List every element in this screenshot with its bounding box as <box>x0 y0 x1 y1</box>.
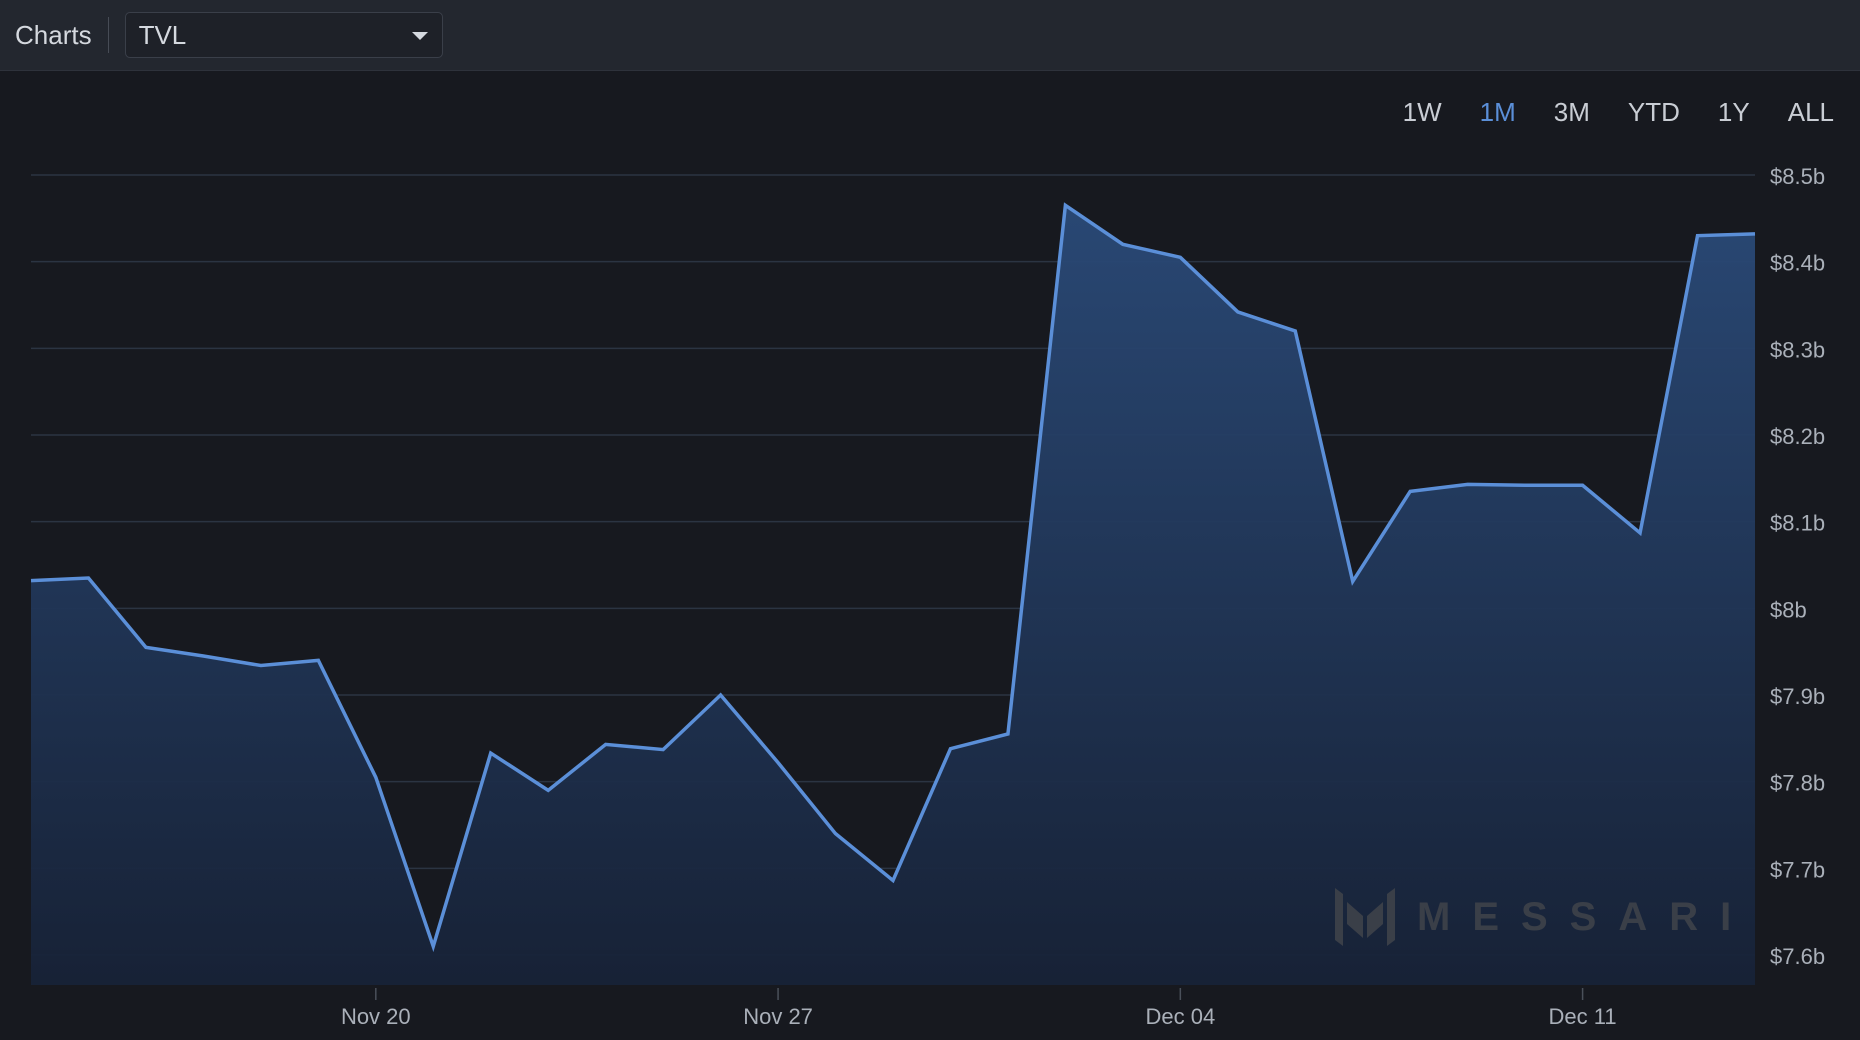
range-1y-button[interactable]: 1Y <box>1718 97 1750 128</box>
data-point[interactable] <box>28 578 34 584</box>
time-range-selector: 1W 1M 3M YTD 1Y ALL <box>1365 97 1834 128</box>
y-tick-label: $7.6b <box>1770 944 1825 969</box>
data-point[interactable] <box>373 774 379 780</box>
y-tick-label: $8.4b <box>1770 251 1825 276</box>
range-all-button[interactable]: ALL <box>1788 97 1834 128</box>
messari-logo-icon <box>1335 888 1395 946</box>
data-point[interactable] <box>200 653 206 659</box>
data-point[interactable] <box>258 663 264 669</box>
data-point[interactable] <box>315 657 321 663</box>
data-point[interactable] <box>85 575 91 581</box>
data-point[interactable] <box>718 692 724 698</box>
data-point[interactable] <box>833 831 839 837</box>
y-tick-label: $8b <box>1770 597 1807 622</box>
data-point[interactable] <box>1637 530 1643 536</box>
y-tick-label: $7.9b <box>1770 684 1825 709</box>
data-point[interactable] <box>1407 488 1413 494</box>
x-tick-label: Nov 20 <box>341 1004 411 1029</box>
data-point[interactable] <box>488 750 494 756</box>
data-point[interactable] <box>1177 254 1183 260</box>
data-point[interactable] <box>1350 578 1356 584</box>
x-tick-label: Dec 11 <box>1549 1004 1617 1029</box>
data-point[interactable] <box>1752 231 1758 237</box>
data-point[interactable] <box>947 746 953 752</box>
data-point[interactable] <box>545 787 551 793</box>
data-point[interactable] <box>1695 233 1701 239</box>
range-1w-button[interactable]: 1W <box>1403 97 1442 128</box>
tvl-area-chart: $8.5b $8.4b $8.3b $8.2b $8.1b $8b $7.9b $7.8b $7… <box>28 164 1825 1029</box>
x-tick-label: Nov 27 <box>743 1004 813 1029</box>
data-point[interactable] <box>1292 328 1298 334</box>
range-ytd-button[interactable]: YTD <box>1628 97 1680 128</box>
data-point[interactable] <box>1062 202 1068 208</box>
data-point[interactable] <box>143 644 149 650</box>
data-point[interactable] <box>1580 482 1586 488</box>
y-tick-label: $8.3b <box>1770 337 1825 362</box>
data-point[interactable] <box>660 747 666 753</box>
watermark-text: MESSARI <box>1417 894 1754 939</box>
data-point[interactable] <box>890 877 896 883</box>
y-tick-label: $7.7b <box>1770 857 1825 882</box>
x-tick-label: Dec 04 <box>1145 1004 1215 1029</box>
data-point[interactable] <box>1235 309 1241 315</box>
data-point[interactable] <box>430 943 436 949</box>
y-tick-label: $8.5b <box>1770 164 1825 189</box>
y-tick-label: $8.1b <box>1770 511 1825 536</box>
range-1m-button[interactable]: 1M <box>1480 97 1516 128</box>
range-3m-button[interactable]: 3M <box>1554 97 1590 128</box>
data-point[interactable] <box>775 760 781 766</box>
messari-watermark: MESSARI <box>1335 888 1753 946</box>
data-point[interactable] <box>1465 481 1471 487</box>
data-point[interactable] <box>1522 482 1528 488</box>
data-point[interactable] <box>603 741 609 747</box>
data-point[interactable] <box>1120 241 1126 247</box>
y-tick-label: $8.2b <box>1770 424 1825 449</box>
data-point[interactable] <box>1005 731 1011 737</box>
y-tick-label: $7.8b <box>1770 771 1825 796</box>
